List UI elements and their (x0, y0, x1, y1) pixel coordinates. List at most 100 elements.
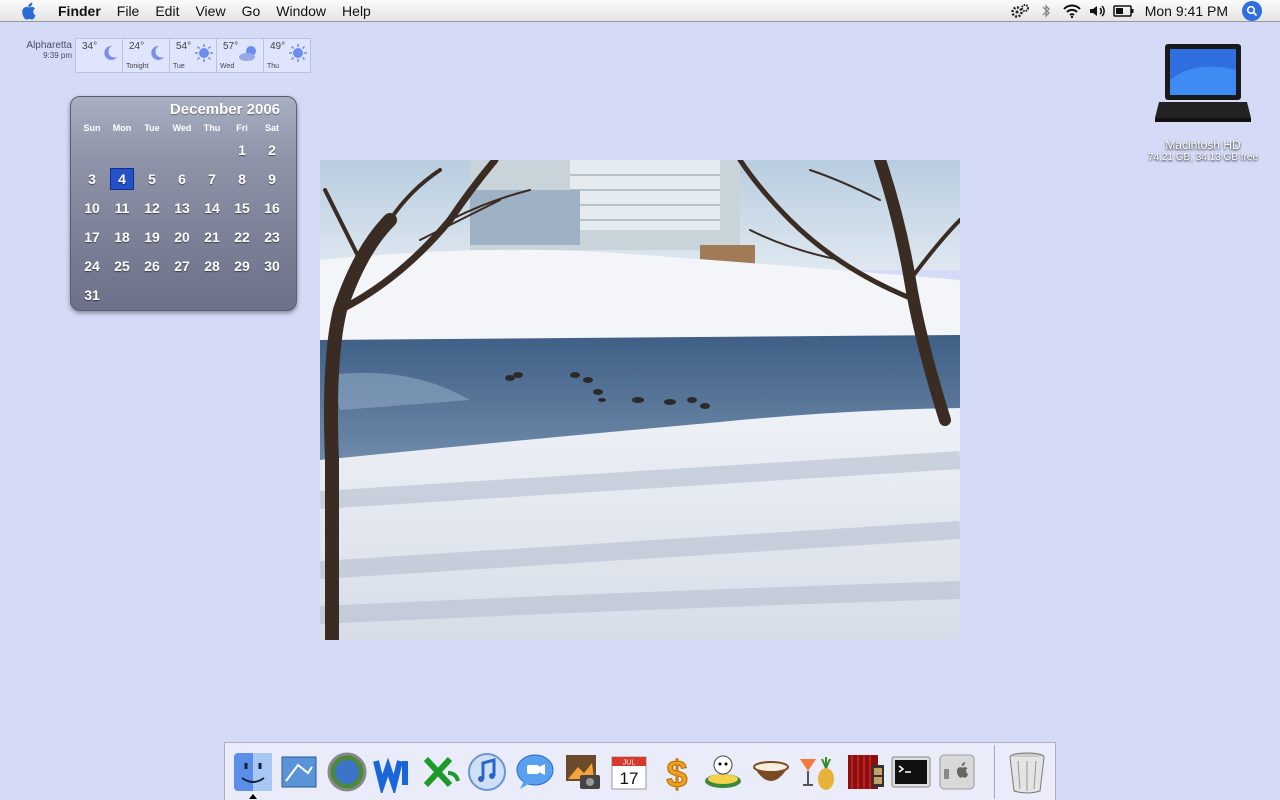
menu-view[interactable]: View (187, 0, 233, 22)
calendar-day[interactable]: 14 (197, 193, 227, 222)
calendar-day[interactable]: 26 (137, 251, 167, 280)
calendar-day-number: 11 (114, 199, 130, 216)
calendar-day[interactable]: 20 (167, 222, 197, 251)
curtain-icon (848, 755, 884, 789)
calendar-day[interactable]: 5 (137, 164, 167, 193)
dock-toast[interactable] (701, 749, 745, 795)
calendar-day[interactable]: 11 (107, 193, 137, 222)
calendar-day[interactable]: 17 (77, 222, 107, 251)
calendar-day[interactable]: 27 (167, 251, 197, 280)
dock-cocktail[interactable] (795, 749, 839, 795)
weather-temp: 24° (129, 41, 145, 52)
calendar-day[interactable]: 9 (257, 164, 287, 193)
menu-go[interactable]: Go (234, 0, 269, 22)
menu-file[interactable]: File (109, 0, 148, 22)
menu-window[interactable]: Window (268, 0, 334, 22)
dock-system-preferences[interactable] (935, 749, 979, 795)
dock-terminal[interactable] (889, 749, 933, 795)
calendar-day[interactable]: 29 (227, 251, 257, 280)
dock-mail[interactable] (277, 749, 321, 795)
dock: JUL 17 $ (224, 742, 1056, 800)
weekday-label: Fri (236, 123, 248, 133)
wifi-icon[interactable] (1059, 0, 1085, 22)
calendar-day[interactable]: 25 (107, 251, 137, 280)
calendar-day[interactable]: 22 (227, 222, 257, 251)
apple-menu-icon[interactable] (18, 2, 38, 20)
calendar-day[interactable]: 31 (77, 280, 107, 309)
calendar-day[interactable]: 1 (227, 135, 257, 164)
calendar-day[interactable]: 24 (77, 251, 107, 280)
calendar-day-number: 7 (208, 170, 216, 187)
system-preferences-icon (939, 754, 975, 790)
calendar-day[interactable]: 30 (257, 251, 287, 280)
gear-icon[interactable] (1007, 0, 1033, 22)
dock-word[interactable] (371, 749, 415, 795)
macintosh-hd[interactable]: Macintosh HD 74.21 GB, 34.13 GB free (1138, 40, 1268, 163)
calendar-day[interactable]: 10 (77, 193, 107, 222)
menu-edit[interactable]: Edit (147, 0, 187, 22)
ichat-icon (516, 754, 554, 789)
mail-icon (281, 756, 317, 788)
calendar-day-number: 25 (114, 257, 130, 274)
calendar-day[interactable]: 13 (167, 193, 197, 222)
dock-iphoto[interactable] (561, 749, 605, 795)
menu-help[interactable]: Help (334, 0, 379, 22)
weather-day-label: Tue (173, 63, 185, 70)
dock-trash[interactable] (1005, 749, 1049, 795)
calendar-day-number: 15 (234, 199, 250, 216)
dock-safari[interactable] (325, 749, 369, 795)
spotlight-icon[interactable] (1242, 1, 1262, 21)
menu-clock[interactable]: Mon 9:41 PM (1137, 3, 1242, 19)
menu-finder[interactable]: Finder (50, 0, 109, 22)
battery-icon[interactable] (1111, 0, 1137, 22)
calendar-day-number: 19 (144, 228, 160, 245)
calendar-day (257, 280, 287, 309)
calendar-day (197, 135, 227, 164)
calendar-day[interactable]: 6 (167, 164, 197, 193)
volume-icon[interactable] (1085, 0, 1111, 22)
weekday-label: Wed (172, 123, 192, 133)
calendar-day[interactable]: 15 (227, 193, 257, 222)
calendar-day[interactable]: 3 (77, 164, 107, 193)
calendar-day[interactable]: 19 (137, 222, 167, 251)
calendar-day[interactable]: 21 (197, 222, 227, 251)
excel-icon (423, 756, 460, 788)
dock-excel[interactable] (419, 749, 463, 795)
calendar-day[interactable]: 28 (197, 251, 227, 280)
calendar-day[interactable]: 7 (197, 164, 227, 193)
bluetooth-icon[interactable] (1033, 0, 1059, 22)
cocktail-icon (800, 757, 834, 790)
finder-icon (234, 753, 272, 791)
calendar-day-number: 29 (234, 257, 250, 274)
calendar-day-number: 23 (264, 228, 280, 245)
menu-bar: Finder File Edit View Go Window Help Mon… (0, 0, 1280, 22)
laptop-icon (1155, 40, 1251, 126)
calendar-widget[interactable]: December 2006 Sun Mon Tue Wed Thu Fri Sa… (70, 96, 297, 311)
calendar-day-today[interactable]: 4 (107, 164, 137, 193)
calendar-day-number: 1 (238, 141, 246, 158)
toast-icon (705, 755, 741, 788)
calendar-day[interactable]: 2 (257, 135, 287, 164)
calendar-day[interactable]: 16 (257, 193, 287, 222)
dock-finder[interactable] (231, 749, 275, 795)
dock-slideshow[interactable] (843, 749, 887, 795)
dock-ichat[interactable] (513, 749, 557, 795)
calendar-day[interactable]: 12 (137, 193, 167, 222)
safari-icon (327, 752, 367, 792)
weather-location: Alpharetta 9:39 pm (16, 38, 76, 73)
dock-budget[interactable]: $ (655, 749, 699, 795)
dock-ical[interactable]: JUL 17 (607, 749, 651, 795)
calendar-day-number: 21 (204, 228, 220, 245)
calendar-day[interactable]: 8 (227, 164, 257, 193)
calendar-day[interactable]: 18 (107, 222, 137, 251)
weather-widget[interactable]: Alpharetta 9:39 pm 34° 24° Tonight 54° T… (16, 38, 311, 73)
calendar-day-number: 13 (174, 199, 190, 216)
dock-itunes[interactable] (465, 749, 509, 795)
weekday-label: Mon (112, 123, 132, 133)
dock-coconut[interactable] (749, 749, 793, 795)
weather-day: 24° Tonight (122, 38, 170, 73)
word-icon (373, 757, 408, 793)
calendar-day-number: 27 (174, 257, 190, 274)
calendar-day-number: 20 (174, 228, 190, 245)
calendar-day[interactable]: 23 (257, 222, 287, 251)
